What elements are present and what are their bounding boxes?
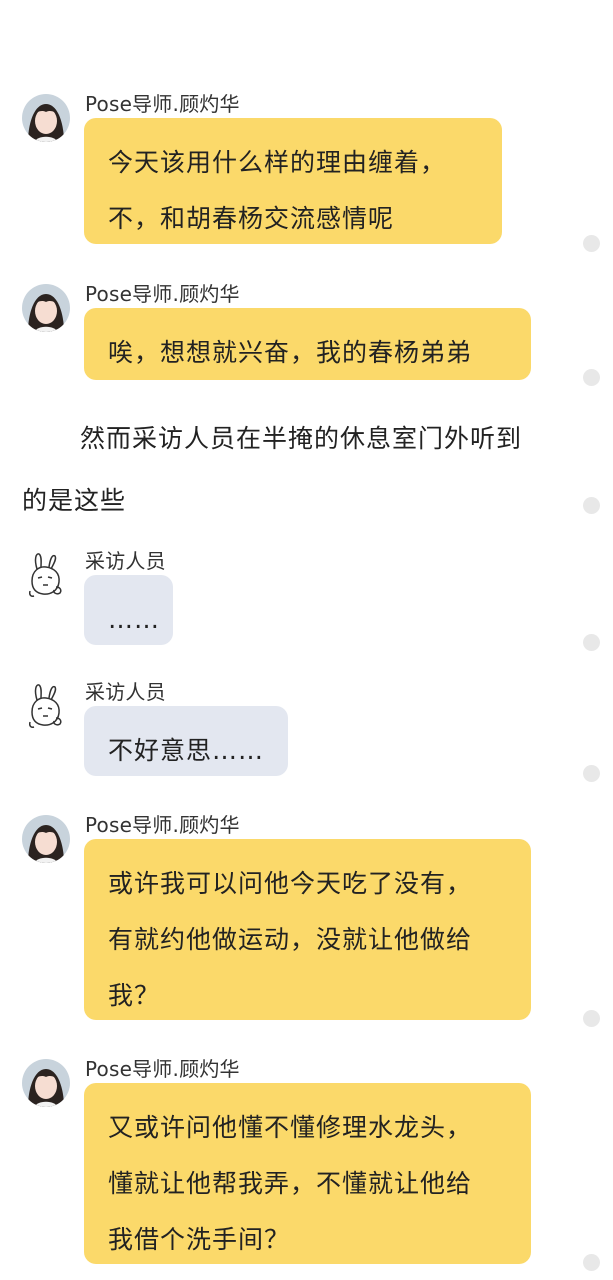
message-bubble[interactable]: 或许我可以问他今天吃了没有， 有就约他做运动，没就让他做给 我？: [84, 839, 531, 1020]
message-text: ……: [108, 605, 160, 634]
message-text: 有就约他做运动，没就让他做给: [108, 925, 473, 954]
girl-portrait-avatar-icon[interactable]: [22, 1059, 70, 1107]
select-dot[interactable]: [583, 1254, 600, 1271]
narration-line: 的是这些: [22, 486, 127, 515]
select-dot[interactable]: [583, 1010, 600, 1027]
sender-name: Pose导师.顾灼华: [85, 813, 240, 837]
message-text: 我借个洗手间？: [108, 1225, 291, 1254]
message-text: 唉，想想就兴奋，我的春杨弟弟: [108, 338, 473, 367]
message-bubble[interactable]: ……: [84, 575, 173, 645]
message-text: 今天该用什么样的理由缠着，: [108, 148, 447, 177]
sender-name: Pose导师.顾灼华: [85, 92, 240, 116]
message-text: 懂就让他帮我弄，不懂就让他给: [108, 1169, 473, 1198]
girl-portrait-avatar-icon[interactable]: [22, 815, 70, 863]
message-text: 又或许问他懂不懂修理水龙头，: [108, 1113, 473, 1142]
girl-portrait-avatar-icon[interactable]: [22, 284, 70, 332]
message-bubble[interactable]: 又或许问他懂不懂修理水龙头， 懂就让他帮我弄，不懂就让他给 我借个洗手间？: [84, 1083, 531, 1264]
message-bubble[interactable]: 今天该用什么样的理由缠着， 不，和胡春杨交流感情呢: [84, 118, 502, 244]
message-bubble[interactable]: 不好意思……: [84, 706, 288, 776]
girl-portrait-avatar-icon[interactable]: [22, 94, 70, 142]
bunny-doodle-avatar-icon[interactable]: [22, 551, 70, 599]
message-text: 或许我可以问他今天吃了没有，: [108, 869, 473, 898]
message-text: 我？: [108, 981, 161, 1010]
sender-name: 采访人员: [85, 680, 166, 704]
select-dot[interactable]: [583, 497, 600, 514]
bunny-doodle-avatar-icon[interactable]: [22, 682, 70, 730]
message-bubble[interactable]: 唉，想想就兴奋，我的春杨弟弟: [84, 308, 531, 380]
narration-text: 然而采访人员在半掩的休息室门外听到 的是这些: [22, 408, 582, 532]
select-dot[interactable]: [583, 235, 600, 252]
narration-line: 然而采访人员在半掩的休息室门外听到: [80, 424, 523, 453]
sender-name: 采访人员: [85, 549, 166, 573]
sender-name: Pose导师.顾灼华: [85, 1057, 240, 1081]
select-dot[interactable]: [583, 369, 600, 386]
select-dot[interactable]: [583, 765, 600, 782]
message-text: 不好意思……: [108, 736, 265, 765]
message-text: 不，和胡春杨交流感情呢: [108, 204, 395, 233]
sender-name: Pose导师.顾灼华: [85, 282, 240, 306]
select-dot[interactable]: [583, 634, 600, 651]
